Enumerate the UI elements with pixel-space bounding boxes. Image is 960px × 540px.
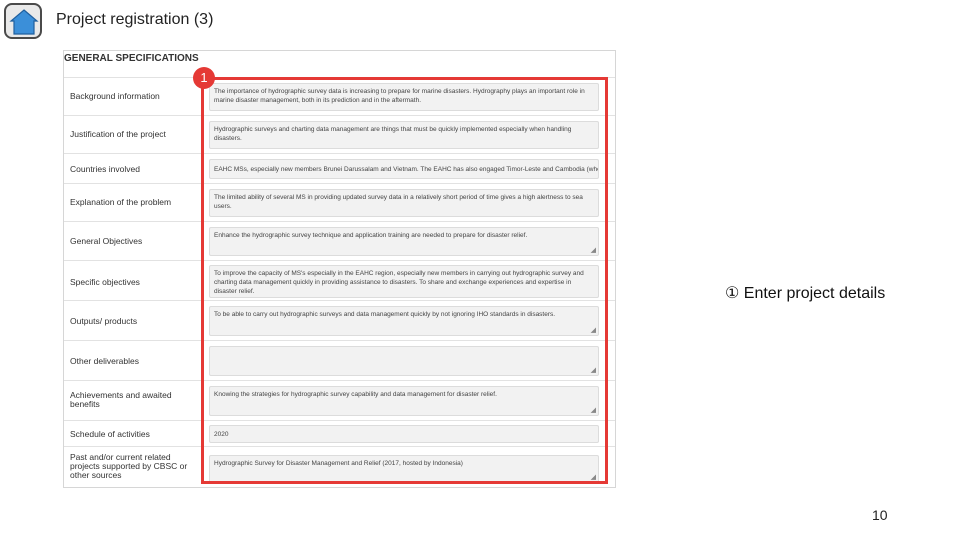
row-label: Countries involved (70, 164, 140, 174)
step-annotation: ① Enter project details (725, 285, 886, 302)
row-label: Outputs/ products (70, 316, 138, 326)
row-label: Achievements and awaited benefits (70, 390, 172, 409)
row-label: Schedule of activities (70, 429, 150, 439)
step-badge: 1 (193, 67, 215, 89)
home-button[interactable] (4, 3, 42, 39)
row-label: Explanation of the problem (70, 197, 172, 207)
home-icon (9, 9, 39, 35)
row-label: General Objectives (70, 236, 143, 246)
section-title: GENERAL SPECIFICATIONS (64, 53, 199, 64)
highlight-frame (201, 77, 608, 484)
page-title: Project registration (3) (56, 11, 214, 28)
page-number: 10 (872, 507, 888, 523)
row-label: Background information (70, 91, 160, 101)
row-label: Past and/or current related projects sup… (70, 452, 188, 480)
row-label: Specific objectives (70, 277, 140, 287)
row-label: Other deliverables (70, 356, 139, 366)
row-label: Justification of the project (70, 129, 166, 139)
